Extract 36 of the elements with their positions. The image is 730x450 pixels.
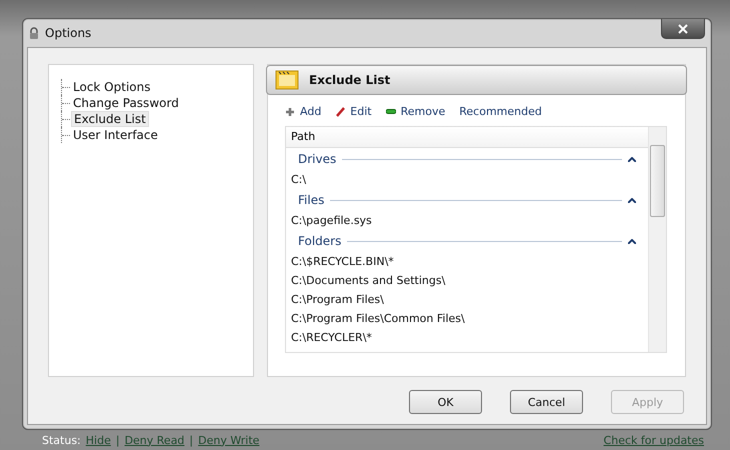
list-entry[interactable]: C:\RECYCLER\* xyxy=(286,328,648,347)
status-label: Status: xyxy=(42,434,81,446)
window-title: Options xyxy=(45,26,92,40)
separator: | xyxy=(116,434,120,446)
caret-icon[interactable] xyxy=(628,198,636,202)
toolbar-link[interactable]: Add xyxy=(285,105,322,118)
separator: | xyxy=(189,434,194,446)
padlock-icon xyxy=(29,26,39,40)
dialog-button[interactable]: Cancel xyxy=(510,390,583,414)
list-entry[interactable]: C:\ xyxy=(286,170,648,189)
tree-item[interactable]: Change Password xyxy=(71,96,181,110)
pencil-icon xyxy=(335,106,346,116)
group-header[interactable]: Files xyxy=(298,193,324,207)
close-icon xyxy=(678,24,688,34)
list-entry[interactable]: C:\Program Files\Common Files\ xyxy=(286,309,648,328)
tree-item[interactable]: User Interface xyxy=(71,128,160,142)
group-header[interactable]: Folders xyxy=(298,234,342,248)
toolbar-link[interactable]: Recommended xyxy=(459,105,542,118)
list-entry[interactable]: C:\pagefile.sys xyxy=(286,211,648,230)
tree-item[interactable]: Lock Options xyxy=(71,80,152,94)
panel-title: Exclude List xyxy=(309,73,390,87)
close-button[interactable] xyxy=(661,19,705,39)
group-header[interactable]: Drives xyxy=(298,152,336,166)
tree-item[interactable]: Exclude List xyxy=(71,111,149,127)
toolbar-link[interactable]: Remove xyxy=(386,105,446,118)
list-entry[interactable]: C:\Program Files\ xyxy=(286,290,648,309)
dialog-button[interactable]: OK xyxy=(409,390,482,414)
clapperboard-icon xyxy=(275,70,299,90)
plus-icon xyxy=(285,106,295,116)
toolbar-link[interactable]: Edit xyxy=(335,105,372,118)
list-entry[interactable]: C:\Documents and Settings\ xyxy=(286,271,648,290)
minus-icon xyxy=(386,109,396,114)
caret-icon[interactable] xyxy=(628,238,636,244)
list-entry[interactable]: C:\$RECYCLE.BIN\* xyxy=(286,252,648,271)
scrollbar[interactable] xyxy=(648,127,666,352)
caret-icon[interactable] xyxy=(628,156,636,162)
